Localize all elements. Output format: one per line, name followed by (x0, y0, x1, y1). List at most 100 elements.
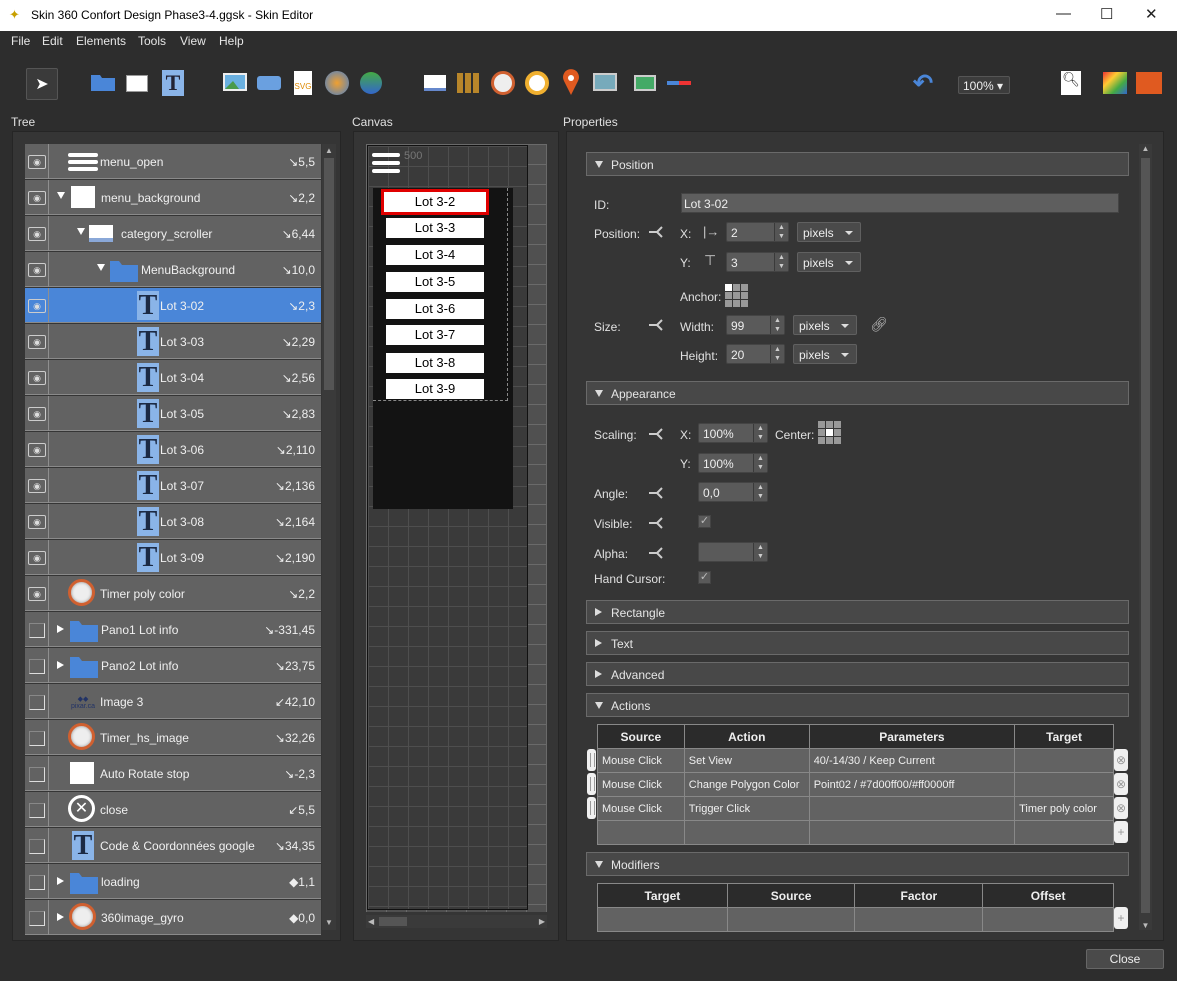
expand-arrow-icon[interactable] (57, 625, 64, 633)
spin-icon[interactable]: ▲ ▼ (753, 483, 767, 501)
share-icon[interactable] (647, 225, 665, 239)
canvas-lot-button[interactable]: Lot 3-6 (386, 299, 484, 319)
drag-handle-icon[interactable] (587, 749, 596, 771)
column-header[interactable]: Offset (982, 883, 1114, 908)
x-unit-select[interactable]: pixels (797, 222, 861, 242)
visibility-checkbox[interactable] (25, 828, 49, 863)
visibility-eye-icon[interactable]: ◉ (25, 180, 49, 215)
spin-icon[interactable]: ▲ ▼ (774, 253, 788, 271)
map-pin-tool-button[interactable] (558, 68, 584, 96)
scroll-right-icon[interactable]: ▶ (539, 917, 545, 926)
spin-icon[interactable]: ▲ ▼ (753, 543, 767, 561)
tree-scrollbar[interactable]: ▲ ▼ (322, 144, 336, 930)
action-cell[interactable]: Trigger Click (683, 796, 810, 821)
action-cell[interactable] (808, 796, 1016, 821)
visibility-eye-icon[interactable]: ◉ (25, 468, 49, 503)
link-icon[interactable]: 🔗︎ (870, 316, 888, 333)
add-action-button[interactable]: + (1114, 821, 1128, 843)
maximize-button[interactable]: ☐ (1100, 5, 1113, 23)
visibility-checkbox[interactable] (25, 720, 49, 755)
menu-view[interactable]: View (180, 34, 206, 48)
visibility-checkbox[interactable] (25, 648, 49, 683)
width-unit-select[interactable]: pixels (793, 315, 857, 335)
height-input[interactable]: 20 ▲ ▼ (726, 344, 785, 364)
share-icon[interactable] (647, 318, 665, 332)
spin-icon[interactable]: ▲ ▼ (770, 316, 784, 334)
tree-item[interactable]: Pano1 Lot info ↘-331,45 (25, 612, 321, 647)
toolbox-tool-button[interactable] (1136, 70, 1162, 96)
menu-edit[interactable]: Edit (42, 34, 63, 48)
scrollarea-tool-button[interactable] (422, 70, 448, 96)
drag-handle-icon[interactable] (587, 773, 596, 795)
spin-icon[interactable]: ▲ ▼ (774, 223, 788, 241)
visibility-checkbox[interactable] (25, 684, 49, 719)
section-appearance[interactable]: Appearance (586, 381, 1129, 405)
tree-item[interactable]: ◉ T Lot 3-08 ↘2,164 (25, 504, 321, 539)
visibility-checkbox[interactable] (25, 900, 49, 935)
modifiers-empty-row[interactable] (597, 907, 1114, 932)
timer-tool-button[interactable] (490, 70, 516, 96)
scroll-down-icon[interactable]: ▼ (1139, 921, 1152, 930)
slider-tool-button[interactable] (666, 70, 692, 96)
panorama-globe-tool-button[interactable] (324, 70, 350, 96)
tree-item[interactable]: ◉ MenuBackground ↘10,0 (25, 252, 321, 287)
grid-tool-button[interactable] (456, 70, 482, 96)
action-cell[interactable]: Set View (683, 748, 810, 773)
expand-arrow-icon[interactable] (57, 661, 64, 669)
visibility-eye-icon[interactable]: ◉ (25, 288, 49, 323)
share-icon[interactable] (647, 516, 665, 530)
column-header[interactable]: Source (597, 724, 685, 749)
section-advanced[interactable]: Advanced (586, 662, 1129, 686)
section-position[interactable]: Position (586, 152, 1129, 176)
visibility-checkbox[interactable] (25, 612, 49, 647)
tree-item[interactable]: T Code & Coordonnées google ↘34,35 (25, 828, 321, 863)
canvas-lot-button[interactable]: Lot 3-9 (386, 379, 484, 399)
visibility-eye-icon[interactable]: ◉ (25, 432, 49, 467)
undo-tool-button[interactable]: ↶ (910, 70, 936, 97)
visibility-eye-icon[interactable]: ◉ (25, 540, 49, 575)
section-modifiers[interactable]: Modifiers (586, 852, 1129, 876)
visible-checkbox[interactable]: ✓ (698, 515, 711, 528)
share-icon[interactable] (647, 546, 665, 560)
properties-scrollbar[interactable]: ▲ ▼ (1139, 144, 1152, 930)
column-header[interactable]: Factor (854, 883, 984, 908)
menu-tools[interactable]: Tools (138, 34, 166, 48)
action-cell[interactable]: Point02 / #7d00ff00/#ff0000ff (808, 772, 1016, 797)
canvas-lot-button[interactable]: Lot 3-7 (386, 325, 484, 345)
visibility-eye-icon[interactable]: ◉ (25, 576, 49, 611)
tree-item[interactable]: ◉ menu_background ↘2,2 (25, 180, 321, 215)
scale-y-input[interactable]: 100% ▲ ▼ (698, 453, 768, 473)
action-cell[interactable]: Mouse Click (597, 796, 685, 821)
canvas-lot-button[interactable]: Lot 3-2 (381, 189, 489, 215)
tree-item[interactable]: 360image_gyro ◆0,0 (25, 900, 321, 935)
column-header[interactable]: Parameters (808, 724, 1016, 749)
section-actions[interactable]: Actions (586, 693, 1129, 717)
share-icon[interactable] (647, 486, 665, 500)
visibility-eye-icon[interactable]: ◉ (25, 504, 49, 539)
spin-icon[interactable]: ▲ ▼ (770, 345, 784, 363)
tree-item[interactable]: ◉ T Lot 3-05 ↘2,83 (25, 396, 321, 431)
y-unit-select[interactable]: pixels (797, 252, 861, 272)
action-row[interactable]: Mouse Click Trigger Click Timer poly color (597, 796, 1114, 821)
map-globe-tool-button[interactable] (358, 70, 384, 96)
scroll-up-icon[interactable]: ▲ (1139, 144, 1152, 153)
center-grid[interactable] (818, 421, 841, 444)
share-icon[interactable] (647, 427, 665, 441)
menu-elements[interactable]: Elements (76, 34, 126, 48)
visibility-checkbox[interactable] (25, 864, 49, 899)
tree-item[interactable]: ◉ T Lot 3-03 ↘2,29 (25, 324, 321, 359)
action-cell[interactable] (1014, 772, 1114, 797)
tree-item[interactable]: ◉ T Lot 3-06 ↘2,110 (25, 432, 321, 467)
column-header[interactable]: Target (1014, 724, 1114, 749)
spin-icon[interactable]: ▲ ▼ (753, 424, 767, 442)
action-cell[interactable]: 40/-14/30 / Keep Current (808, 748, 1016, 773)
remove-action-icon[interactable]: ⊗ (1114, 797, 1128, 819)
anchor-grid[interactable] (725, 284, 748, 307)
x-input[interactable]: 2 ▲ ▼ (726, 222, 789, 242)
tree-item[interactable]: ◉ T Lot 3-09 ↘2,190 (25, 540, 321, 575)
svg-tool-button[interactable]: SVG (290, 70, 316, 96)
photo-tool-button[interactable] (592, 70, 618, 96)
expand-arrow-icon[interactable] (57, 913, 64, 921)
pointer-tool-button[interactable]: ➤ (26, 68, 58, 100)
target-tool-button[interactable] (524, 70, 550, 96)
